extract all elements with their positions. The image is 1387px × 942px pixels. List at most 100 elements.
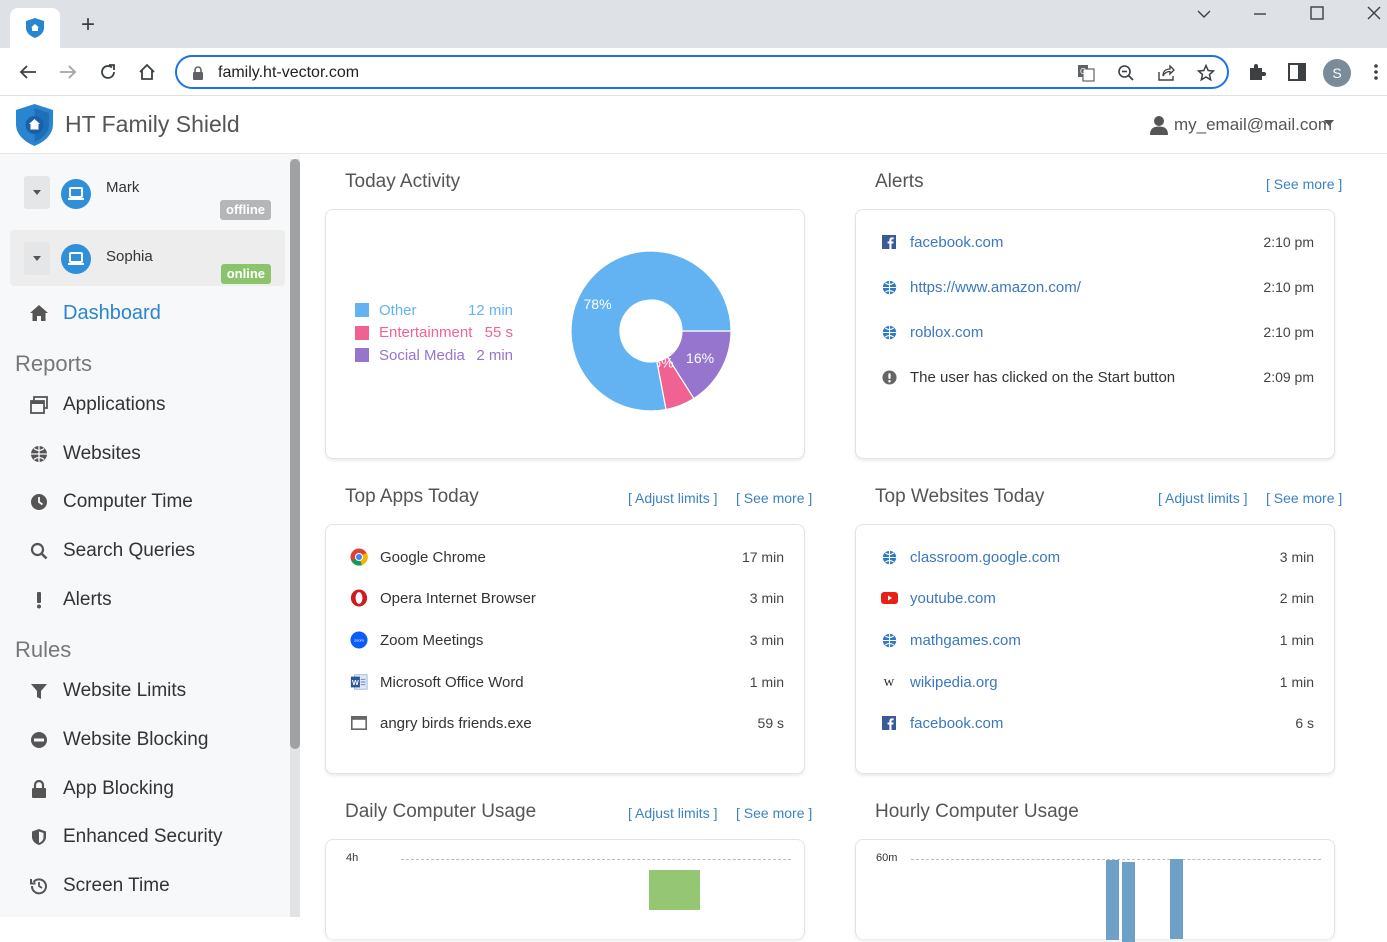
gridline — [401, 859, 791, 860]
website-row[interactable]: youtube.com 2 min — [880, 587, 1314, 609]
website-row[interactable]: classroom.google.com 3 min — [880, 546, 1314, 568]
bookmark-button[interactable] — [1196, 63, 1216, 83]
forward-button[interactable] — [56, 60, 80, 84]
globe-icon — [880, 631, 898, 649]
address-bar[interactable]: family.ht-vector.com G — [175, 55, 1229, 89]
donut-label: 78% — [584, 296, 612, 312]
status-badge: online — [220, 264, 271, 284]
website-time: 2 min — [1279, 590, 1314, 606]
top-apps-see-more-link[interactable]: [ See more ] — [736, 490, 812, 506]
app-row[interactable]: zoom Zoom Meetings 3 min — [350, 629, 784, 651]
website-name[interactable]: facebook.com — [910, 715, 1295, 732]
arrow-left-icon — [19, 65, 36, 79]
website-row[interactable]: W wikipedia.org 1 min — [880, 671, 1314, 693]
alert-text[interactable]: facebook.com — [910, 234, 1263, 251]
alert-row[interactable]: facebook.com 2:10 pm — [880, 231, 1314, 253]
app-row[interactable]: W Microsoft Office Word 1 min — [350, 671, 784, 693]
device-mark[interactable]: Mark offline — [10, 166, 285, 222]
alerts-see-more-link[interactable]: [ See more ] — [1266, 176, 1342, 192]
sidebar-item-alerts[interactable]: Alerts — [28, 586, 112, 614]
share-icon — [1158, 64, 1175, 81]
caret-down-icon[interactable] — [1324, 120, 1334, 126]
legend-item-social-media[interactable]: Social Media 2 min — [355, 344, 513, 367]
minimize-icon — [1254, 13, 1266, 15]
user-menu[interactable]: my_email@mail.com — [1149, 115, 1332, 135]
search-icon — [28, 540, 50, 562]
sidebar-item-dashboard[interactable]: Dashboard — [28, 299, 161, 327]
share-button[interactable] — [1156, 63, 1176, 83]
today-activity-card: Other 12 min Entertainment 55 s Social M… — [325, 209, 805, 459]
app-row[interactable]: angry birds friends.exe 59 s — [350, 712, 784, 734]
website-name[interactable]: mathgames.com — [910, 632, 1280, 649]
extensions-button[interactable] — [1245, 60, 1269, 84]
hourly-bar[interactable] — [1106, 860, 1119, 940]
y-axis-tick-label: 4h — [346, 852, 359, 864]
zoom-icon: zoom — [350, 631, 368, 649]
sidebar-item-app-blocking[interactable]: App Blocking — [28, 775, 174, 803]
alert-text[interactable]: https://www.amazon.com/ — [910, 279, 1263, 296]
sidebar-item-label: Computer Time — [63, 491, 193, 512]
website-row[interactable]: facebook.com 6 s — [880, 712, 1314, 734]
sidebar-scrollbar[interactable] — [290, 159, 300, 917]
device-expand-toggle[interactable] — [24, 176, 50, 209]
browser-menu-button[interactable] — [1364, 60, 1387, 84]
browser-tabstrip: + — [0, 0, 1387, 48]
daily-bar[interactable] — [649, 870, 700, 910]
app-logo[interactable] — [16, 104, 53, 151]
app-row[interactable]: Opera Internet Browser 3 min — [350, 587, 784, 609]
user-icon — [1149, 116, 1168, 135]
sidebar-item-screen-time[interactable]: Screen Time — [28, 872, 170, 900]
rules-heading: Rules — [15, 637, 72, 662]
minimize-button[interactable] — [1248, 6, 1272, 28]
filter-icon — [28, 680, 50, 702]
website-row[interactable]: mathgames.com 1 min — [880, 629, 1314, 651]
new-tab-button[interactable]: + — [76, 13, 100, 38]
website-name[interactable]: classroom.google.com — [910, 549, 1280, 566]
device-expand-toggle[interactable] — [24, 242, 50, 275]
device-sophia[interactable]: Sophia online — [10, 230, 285, 286]
daily-usage-title: Daily Computer Usage — [345, 801, 537, 822]
hourly-bar[interactable] — [1122, 861, 1135, 942]
top-apps-title: Top Apps Today — [345, 486, 479, 507]
scrollbar-thumb[interactable] — [290, 159, 300, 749]
side-panel-button[interactable] — [1285, 60, 1309, 84]
legend-item-other[interactable]: Other 12 min — [355, 299, 513, 322]
legend-item-entertainment[interactable]: Entertainment 55 s — [355, 322, 513, 345]
sidebar-item-computer-time[interactable]: Computer Time — [28, 488, 193, 516]
translate-button[interactable]: G — [1076, 63, 1096, 83]
alerts-title: Alerts — [875, 171, 924, 192]
daily-usage-see-more-link[interactable]: [ See more ] — [736, 805, 812, 821]
app-row[interactable]: Google Chrome 17 min — [350, 546, 784, 568]
top-websites-see-more-link[interactable]: [ See more ] — [1266, 490, 1342, 506]
sidebar-item-search-queries[interactable]: Search Queries — [28, 537, 195, 565]
website-name[interactable]: wikipedia.org — [910, 674, 1280, 691]
alert-row[interactable]: The user has clicked on the Start button… — [880, 366, 1314, 388]
sidebar-item-websites[interactable]: Websites — [28, 440, 141, 468]
top-websites-adjust-limits-link[interactable]: [ Adjust limits ] — [1158, 490, 1247, 506]
device-name: Sophia — [106, 248, 153, 265]
website-name[interactable]: youtube.com — [910, 590, 1280, 607]
lock-icon — [193, 66, 203, 80]
zoom-out-button[interactable] — [1116, 63, 1136, 83]
sidebar-item-website-blocking[interactable]: Website Blocking — [28, 726, 208, 754]
tab-search-button[interactable] — [1192, 6, 1216, 28]
maximize-button[interactable] — [1305, 6, 1329, 28]
legend-swatch — [355, 325, 369, 340]
sidebar-item-applications[interactable]: Applications — [28, 391, 165, 419]
sidebar-item-label: Website Limits — [63, 680, 187, 701]
alert-text[interactable]: roblox.com — [910, 324, 1263, 341]
sidebar-item-enhanced-security[interactable]: Enhanced Security — [28, 823, 223, 851]
legend-swatch — [355, 303, 369, 318]
profile-avatar[interactable]: S — [1323, 59, 1351, 87]
daily-usage-adjust-limits-link[interactable]: [ Adjust limits ] — [628, 805, 717, 821]
close-window-button[interactable] — [1362, 6, 1386, 28]
back-button[interactable] — [16, 60, 40, 84]
alert-row[interactable]: https://www.amazon.com/ 2:10 pm — [880, 276, 1314, 298]
reload-button[interactable] — [96, 60, 120, 84]
top-apps-adjust-limits-link[interactable]: [ Adjust limits ] — [628, 490, 717, 506]
home-button[interactable] — [135, 60, 159, 84]
sidebar-item-website-limits[interactable]: Website Limits — [28, 677, 186, 705]
alert-row[interactable]: roblox.com 2:10 pm — [880, 321, 1314, 343]
hourly-bar[interactable] — [1170, 859, 1183, 939]
browser-tab[interactable] — [10, 8, 60, 48]
